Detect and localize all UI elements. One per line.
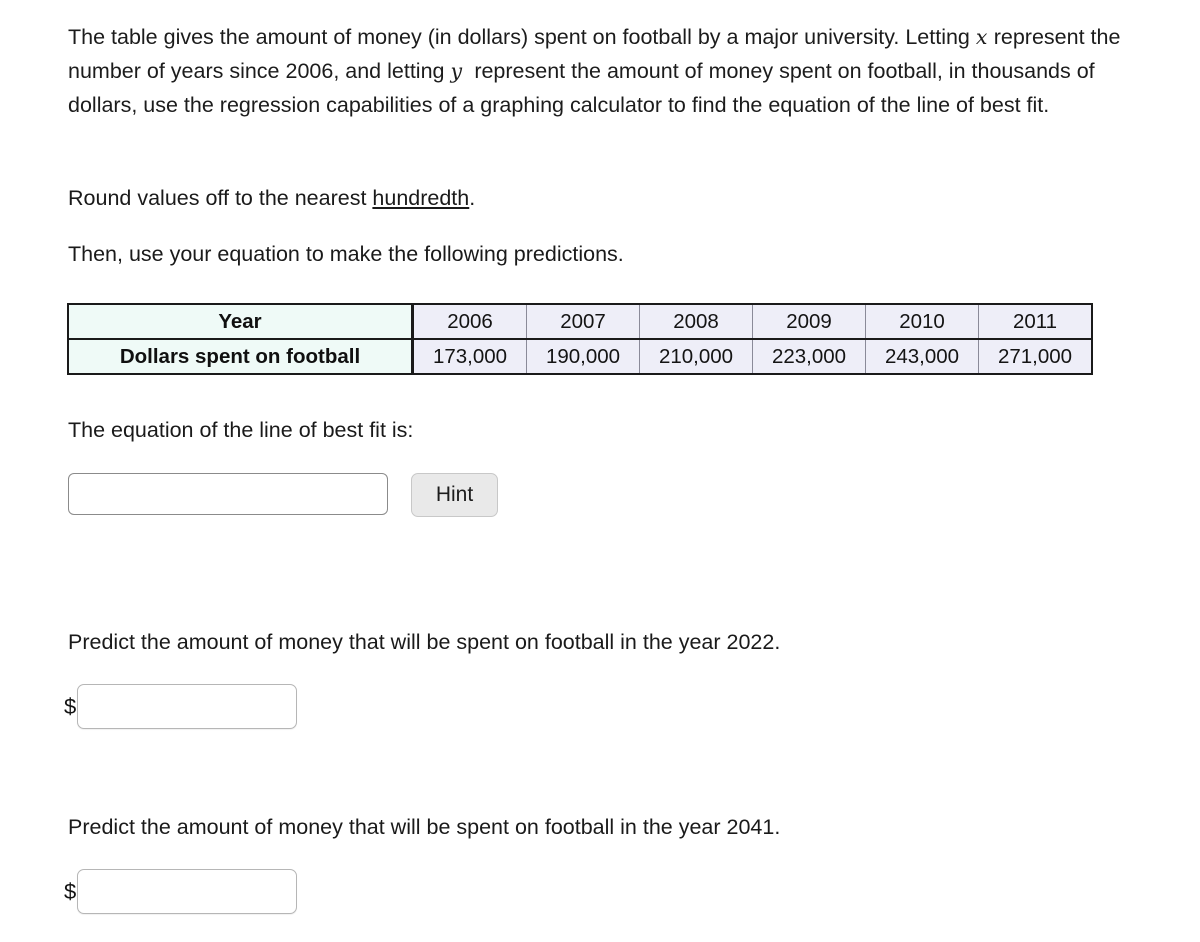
prediction-input-2[interactable] [77, 869, 298, 914]
currency-symbol-1: $ [64, 693, 77, 719]
rounding-instruction: Round values off to the nearest hundredt… [68, 182, 475, 214]
year-cell-3: 2009 [752, 304, 866, 340]
math-variable-x: x [975, 25, 988, 49]
equation-input[interactable] [68, 473, 388, 515]
dollars-cell-1: 190,000 [526, 339, 640, 374]
prediction-answer-row-2: $ [64, 869, 298, 914]
equation-answer-row: Hint [68, 473, 498, 517]
rounding-prefix: Round values off to the nearest [68, 186, 373, 210]
hint-button[interactable]: Hint [411, 473, 498, 517]
prediction-prompt-2: Predict the amount of money that will be… [68, 815, 781, 839]
year-cell-5: 2011 [978, 304, 1092, 340]
year-cell-1: 2007 [526, 304, 640, 340]
year-cell-4: 2010 [865, 304, 979, 340]
predictions-instruction: Then, use your equation to make the foll… [68, 242, 624, 266]
equation-label: The equation of the line of best fit is: [68, 418, 414, 442]
year-cell-0: 2006 [412, 304, 527, 340]
data-table-container: Year 2006 2007 2008 2009 2010 2011 Dolla… [67, 303, 1093, 375]
problem-statement: The table gives the amount of money (in … [68, 20, 1140, 122]
year-cell-2: 2008 [639, 304, 753, 340]
problem-page: The table gives the amount of money (in … [0, 0, 1200, 942]
dollars-cell-4: 243,000 [865, 339, 979, 374]
prediction-input-1[interactable] [77, 684, 298, 729]
intro-text-part1: The table gives the amount of money (in … [68, 25, 970, 49]
prediction-answer-row-1: $ [64, 684, 298, 729]
football-spending-table: Year 2006 2007 2008 2009 2010 2011 Dolla… [67, 303, 1093, 375]
rounding-keyword: hundredth [372, 186, 470, 210]
dollars-cell-2: 210,000 [639, 339, 753, 374]
rounding-suffix: . [469, 186, 476, 210]
math-variable-y: y [450, 59, 463, 83]
table-row: Dollars spent on football 173,000 190,00… [68, 339, 1092, 374]
prediction-prompt-1: Predict the amount of money that will be… [68, 630, 781, 654]
row-header-dollars: Dollars spent on football [68, 339, 414, 374]
row-header-year: Year [68, 304, 414, 340]
dollars-cell-3: 223,000 [752, 339, 866, 374]
table-row: Year 2006 2007 2008 2009 2010 2011 [68, 304, 1092, 340]
intro-paragraph: The table gives the amount of money (in … [68, 20, 1140, 122]
currency-symbol-2: $ [64, 878, 77, 904]
dollars-cell-5: 271,000 [978, 339, 1092, 374]
dollars-cell-0: 173,000 [412, 339, 527, 374]
